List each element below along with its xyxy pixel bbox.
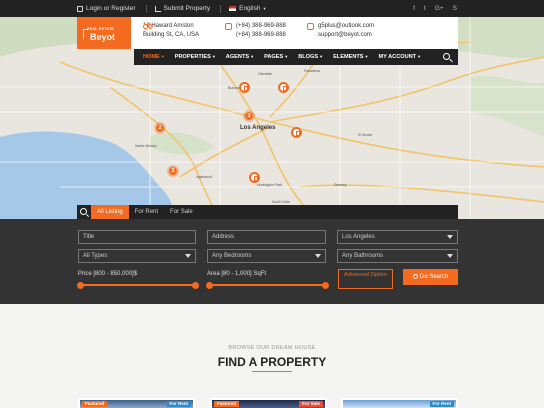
- map-label: Inglewood: [196, 175, 212, 179]
- phone-number[interactable]: (+84) 388-969-888: [236, 22, 286, 31]
- featured-badge: Featured: [214, 401, 240, 407]
- header: REAL ESTATE Beyot 18 Haward Amston Build…: [77, 17, 458, 49]
- nav-item-properties[interactable]: PROPERTIES▼: [175, 54, 216, 60]
- submit-property-link[interactable]: Submit Property: [154, 5, 211, 12]
- divider: [145, 4, 147, 13]
- go-search-button[interactable]: Go Search: [403, 269, 458, 285]
- address-line: Building St, CA, USA: [143, 31, 200, 38]
- phone-icon: [225, 23, 232, 30]
- nav-item-blogs[interactable]: BLOGS▼: [298, 54, 323, 60]
- city-value: Los Angeles: [342, 234, 375, 240]
- map-cluster[interactable]: 2: [167, 165, 179, 177]
- phone-block: (+84) 388-969-888 (+84) 388-969-888: [225, 22, 286, 39]
- map-label: South Gate: [272, 200, 290, 204]
- go-search-label: Go Search: [419, 274, 449, 280]
- language-label: English: [239, 5, 261, 12]
- property-card[interactable]: Featured For Sale: [210, 398, 327, 408]
- logo-text: Beyot: [90, 32, 116, 42]
- lock-icon: [77, 5, 83, 12]
- map-label: Downey: [334, 183, 347, 187]
- map-label: Huntington Park: [257, 183, 283, 187]
- chevron-down-icon: [447, 254, 453, 258]
- logo-tagline: REAL ESTATE: [87, 27, 115, 31]
- login-link[interactable]: Login or Register: [77, 5, 136, 12]
- slider-handle[interactable]: [206, 281, 213, 289]
- map-marker-icon[interactable]: [278, 82, 289, 93]
- featured-badge: Featured: [82, 401, 108, 407]
- twitter-icon[interactable]: t: [424, 5, 426, 12]
- advanced-option-button[interactable]: Advanced Option: [338, 269, 393, 289]
- email-address[interactable]: g5plus@outlook.com: [318, 22, 374, 31]
- area-slider[interactable]: [206, 281, 329, 289]
- search-tabs: All Listing For Rent For Sale: [77, 205, 458, 219]
- search-icon: [412, 273, 418, 279]
- divider: [220, 4, 222, 13]
- property-card[interactable]: For Rent: [341, 398, 458, 408]
- search-icon: [77, 205, 91, 219]
- chevron-down-icon: ▼: [262, 6, 267, 11]
- language-selector[interactable]: English ▼: [229, 5, 266, 12]
- login-label: Login or Register: [86, 5, 136, 12]
- flag-icon: [229, 6, 237, 11]
- map-marker-icon[interactable]: [239, 82, 250, 93]
- type-value: All Types: [83, 253, 108, 259]
- map-label: Pasadena: [304, 69, 320, 73]
- map-marker-icon[interactable]: [291, 127, 302, 138]
- map-marker-icon[interactable]: [249, 172, 260, 183]
- area-range-label: Area [80 - 1,000] SqFt: [207, 271, 267, 277]
- nav-item-elements[interactable]: ELEMENTS▼: [333, 54, 368, 60]
- chevron-down-icon: [447, 235, 453, 239]
- address-input[interactable]: Address: [207, 230, 326, 244]
- status-badge: For Sale: [299, 401, 323, 407]
- bedrooms-value: Any Bedrooms: [212, 253, 252, 259]
- logo[interactable]: REAL ESTATE Beyot: [77, 17, 131, 49]
- tab-for-rent[interactable]: For Rent: [129, 205, 164, 219]
- city-select[interactable]: Los Angeles: [337, 230, 458, 244]
- tab-all-listing[interactable]: All Listing: [91, 205, 129, 219]
- main-nav: HOME▼ PROPERTIES▼ AGENTS▼ PAGES▼ BLOGS▼ …: [134, 49, 458, 65]
- status-badge: For Rent: [166, 401, 191, 407]
- section-title: FIND A PROPERTY: [217, 355, 327, 369]
- slider-handle[interactable]: [322, 281, 329, 289]
- map-cluster[interactable]: 3: [243, 110, 255, 122]
- type-select[interactable]: All Types: [78, 249, 196, 263]
- submit-property-label: Submit Property: [163, 5, 211, 12]
- chevron-down-icon: [185, 254, 191, 258]
- map-label: Glendale: [258, 72, 273, 76]
- bathrooms-value: Any Bathrooms: [342, 253, 384, 259]
- social-links: f t G+ S: [413, 0, 457, 17]
- email-address[interactable]: support@beyot.com: [318, 31, 374, 40]
- status-badge: For Rent: [429, 401, 454, 407]
- bathrooms-select[interactable]: Any Bathrooms: [337, 249, 458, 263]
- tab-for-sale[interactable]: For Sale: [164, 205, 199, 219]
- email-icon: [307, 23, 314, 30]
- bedrooms-select[interactable]: Any Bedrooms: [207, 249, 326, 263]
- property-card[interactable]: Featured For Rent: [78, 398, 195, 408]
- phone-number[interactable]: (+84) 388-969-888: [236, 31, 286, 40]
- map-label: Los Angeles: [240, 125, 276, 131]
- map-label: Santa Monica: [135, 144, 157, 148]
- pencil-icon: [154, 5, 161, 12]
- map-cluster[interactable]: 2: [154, 122, 166, 134]
- nav-item-agents[interactable]: AGENTS▼: [226, 54, 254, 60]
- slider-handle[interactable]: [192, 281, 199, 289]
- title-underline: [252, 371, 292, 372]
- chevron-down-icon: [315, 254, 321, 258]
- google-plus-icon[interactable]: G+: [435, 5, 444, 12]
- price-slider[interactable]: [77, 281, 199, 289]
- slider-handle[interactable]: [77, 281, 84, 289]
- nav-item-home[interactable]: HOME▼: [143, 54, 165, 60]
- skype-icon[interactable]: S: [453, 5, 457, 12]
- email-block: g5plus@outlook.com support@beyot.com: [307, 22, 374, 39]
- address-block: 18 Haward Amston Building St, CA, USA: [141, 22, 200, 39]
- price-range-label: Price [800 - 850,000]$: [78, 271, 138, 277]
- section-subtitle: BROWSE OUR DREAM HOUSE: [228, 345, 316, 351]
- nav-item-pages[interactable]: PAGES▼: [264, 54, 288, 60]
- title-input[interactable]: Title: [78, 230, 196, 244]
- top-bar: Login or Register Submit Property Englis…: [0, 0, 544, 17]
- nav-item-my-account[interactable]: MY ACCOUNT▼: [379, 54, 422, 60]
- map-label: El Monte: [358, 133, 372, 137]
- search-icon[interactable]: [443, 53, 450, 60]
- facebook-icon[interactable]: f: [413, 5, 415, 12]
